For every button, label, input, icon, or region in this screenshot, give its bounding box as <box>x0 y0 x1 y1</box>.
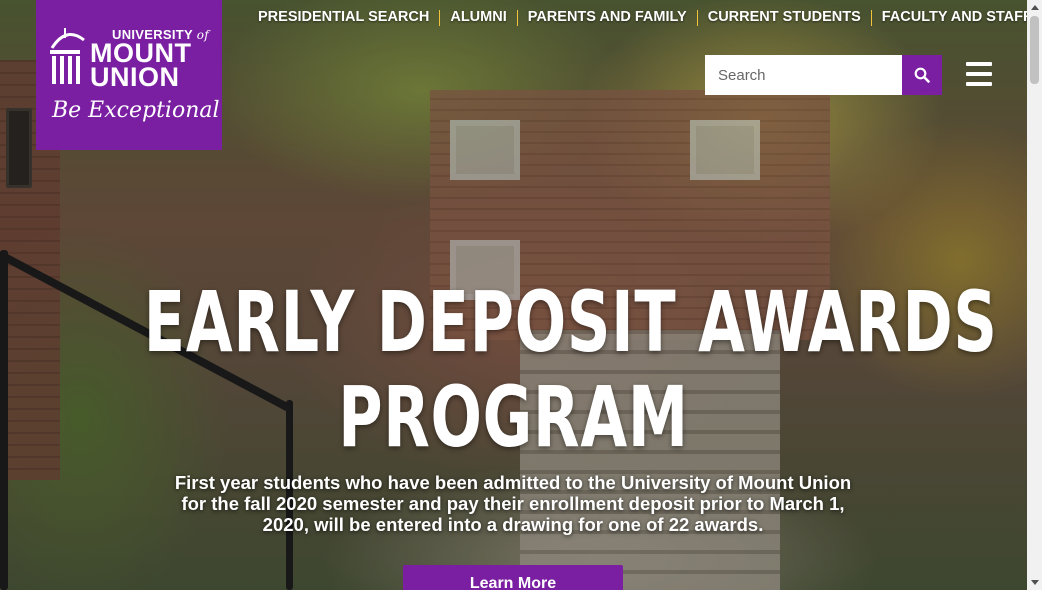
hero-description: First year students who have been admitt… <box>174 472 852 535</box>
nav-link-faculty-and-staff[interactable]: FACULTY AND STAFF <box>872 9 1042 26</box>
search-button[interactable] <box>902 55 942 95</box>
scrollbar-thumb[interactable] <box>1030 16 1039 84</box>
logo-wordmark: MOUNT UNION <box>88 40 191 92</box>
hamburger-menu-icon[interactable] <box>966 62 992 86</box>
hero-headline-line1: EARLY DEPOSIT AWARDS <box>143 273 998 371</box>
scroll-down-arrow-icon[interactable] <box>1027 575 1042 590</box>
search-form <box>705 55 942 95</box>
utility-nav: PRESIDENTIAL SEARCH ALUMNI PARENTS AND F… <box>248 9 1042 26</box>
university-logo[interactable]: UNIVERSITY of MOUNT UNION Be Exceptional <box>36 0 222 150</box>
nav-link-alumni[interactable]: ALUMNI <box>440 9 516 26</box>
nav-link-current-students[interactable]: CURRENT STUDENTS <box>698 9 871 26</box>
logo-union-text: UNION <box>90 62 180 92</box>
search-input[interactable] <box>705 55 902 95</box>
vertical-scrollbar[interactable] <box>1027 0 1042 590</box>
logo-tagline: Be Exceptional <box>52 98 220 123</box>
scroll-up-arrow-icon[interactable] <box>1027 0 1042 15</box>
logo-crest-icon <box>50 28 85 84</box>
nav-link-presidential-search[interactable]: PRESIDENTIAL SEARCH <box>248 9 439 26</box>
search-icon <box>914 67 930 83</box>
nav-link-parents-and-family[interactable]: PARENTS AND FAMILY <box>518 9 697 26</box>
hero-headline-line2: PROGRAM <box>338 368 689 466</box>
learn-more-button[interactable]: Learn More <box>403 565 623 590</box>
